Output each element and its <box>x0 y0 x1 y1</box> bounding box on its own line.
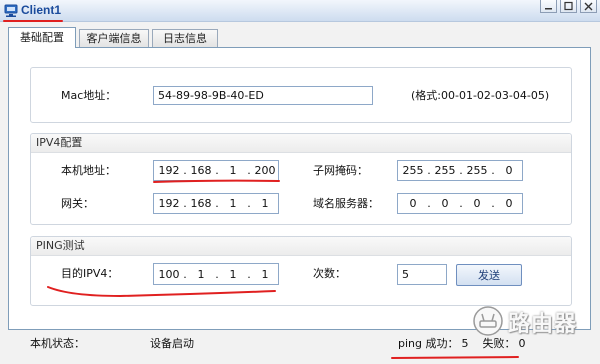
ping-success-label: ping 成功： <box>398 337 459 350</box>
local-address-label: 本机地址： <box>61 164 116 177</box>
red-annotation-line <box>391 356 519 359</box>
device-status-value: 设备启动 <box>150 337 194 350</box>
mac-format-hint: (格式:00-01-02-03-04-05) <box>411 89 550 102</box>
tab-client-info[interactable]: 客户端信息 <box>79 29 149 48</box>
watermark-text: 路由器 <box>508 312 578 337</box>
maximize-icon <box>564 1 573 11</box>
ip-octet[interactable]: 0 <box>496 197 522 210</box>
maximize-button[interactable] <box>560 0 577 13</box>
ping-fail-label: 失败： <box>482 337 516 350</box>
ip-octet[interactable]: 1 <box>220 197 246 210</box>
ip-octet[interactable]: 0 <box>400 197 426 210</box>
subnet-mask-label: 子网掩码： <box>313 164 368 177</box>
device-status-label: 本机状态： <box>30 337 85 350</box>
ip-octet[interactable]: 1 <box>220 164 246 177</box>
ip-octet[interactable]: 1 <box>252 268 278 281</box>
ip-octet[interactable]: 200 <box>252 164 278 177</box>
ip-octet[interactable]: 168 <box>188 164 214 177</box>
minimize-icon <box>545 8 552 10</box>
mac-label: Mac地址： <box>61 89 117 102</box>
window-title: Client1 <box>21 3 62 17</box>
ip-octet[interactable]: 100 <box>156 268 182 281</box>
router-logo-icon <box>473 306 503 336</box>
watermark: 路由器 <box>472 304 594 338</box>
count-label: 次数： <box>313 267 346 280</box>
close-button[interactable] <box>580 0 597 13</box>
ip-octet[interactable]: 0 <box>464 197 490 210</box>
ip-octet[interactable]: 255 <box>432 164 458 177</box>
dns-server-label: 域名服务器： <box>313 197 379 210</box>
tab-basic-config[interactable]: 基础配置 <box>8 27 76 48</box>
ping-result: ping 成功： 5 失败： 0 <box>398 337 526 351</box>
dns-server-field[interactable]: 0 . 0 . 0 . 0 <box>397 193 523 214</box>
mac-address-input[interactable] <box>153 86 373 105</box>
ip-octet[interactable]: 1 <box>252 197 278 210</box>
ip-octet[interactable]: 0 <box>496 164 522 177</box>
ping-success-count: 5 <box>461 337 469 350</box>
mac-group: Mac地址： (格式:00-01-02-03-04-05) <box>30 67 572 123</box>
ping-group: PING测试 目的IPV4： 100 . 1 . 1 . 1 次数： 发送 <box>30 236 572 306</box>
ip-octet[interactable]: 1 <box>220 268 246 281</box>
destination-ipv4-field[interactable]: 100 . 1 . 1 . 1 <box>153 263 279 285</box>
ip-octet[interactable]: 1 <box>188 268 214 281</box>
ipv4-group-title: IPV4配置 <box>31 134 571 153</box>
local-address-field[interactable]: 192 . 168 . 1 . 200 <box>153 160 279 181</box>
gateway-field[interactable]: 192 . 168 . 1 . 1 <box>153 193 279 214</box>
ip-octet[interactable]: 0 <box>432 197 458 210</box>
ip-octet[interactable]: 255 <box>464 164 490 177</box>
ping-fail-count: 0 <box>518 337 526 350</box>
tab-log-info[interactable]: 日志信息 <box>152 29 218 48</box>
close-icon <box>584 2 593 11</box>
title-bar[interactable]: Client1 <box>0 0 600 22</box>
destination-ipv4-label: 目的IPV4： <box>61 267 119 280</box>
ip-octet[interactable]: 192 <box>156 164 182 177</box>
ping-group-title: PING测试 <box>31 237 571 256</box>
ipv4-group: IPV4配置 本机地址： 192 . 168 . 1 . 200 子网掩码： 2… <box>30 133 572 225</box>
ip-octet[interactable]: 192 <box>156 197 182 210</box>
gateway-label: 网关： <box>61 197 94 210</box>
send-button[interactable]: 发送 <box>456 264 522 286</box>
count-input[interactable] <box>397 264 447 285</box>
ip-octet[interactable]: 255 <box>400 164 426 177</box>
subnet-mask-field[interactable]: 255 . 255 . 255 . 0 <box>397 160 523 181</box>
minimize-button[interactable] <box>540 0 557 13</box>
ip-octet[interactable]: 168 <box>188 197 214 210</box>
client-app-icon <box>4 4 18 17</box>
